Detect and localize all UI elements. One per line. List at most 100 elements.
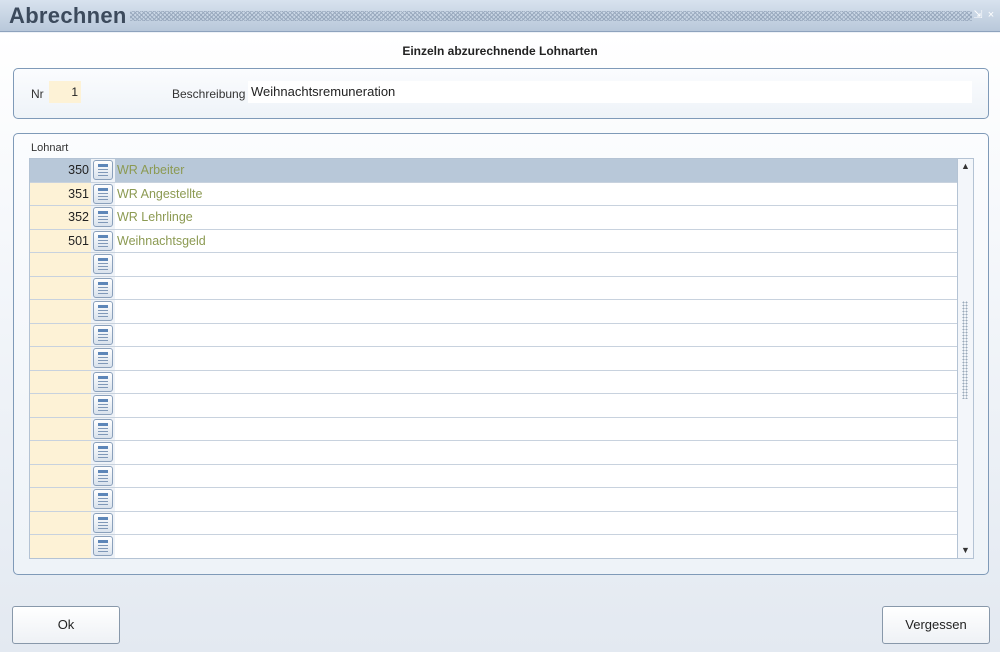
list-lookup-icon[interactable] xyxy=(93,395,113,416)
lohnart-text-cell xyxy=(115,394,957,417)
list-lookup-icon[interactable] xyxy=(93,277,113,298)
lohnart-text-cell xyxy=(115,324,957,347)
list-lookup-icon[interactable] xyxy=(93,254,113,275)
table-row[interactable] xyxy=(30,417,957,441)
list-lookup-icon[interactable] xyxy=(93,183,113,204)
lohnart-nr-cell[interactable] xyxy=(30,370,91,393)
nr-label: Nr xyxy=(31,87,44,101)
lohnart-nr-cell[interactable] xyxy=(30,394,91,417)
list-lookup-icon[interactable] xyxy=(93,418,113,439)
list-lookup-icon[interactable] xyxy=(93,301,113,322)
lohnart-nr-cell[interactable]: 501 xyxy=(30,229,91,252)
lohnart-text-cell xyxy=(115,418,957,441)
restore-icon[interactable]: ⇲ xyxy=(973,9,983,21)
ok-button[interactable]: Ok xyxy=(12,606,120,644)
list-lookup-icon[interactable] xyxy=(93,465,113,486)
table-row[interactable] xyxy=(30,394,957,418)
dialog-heading: Einzeln abzurechnende Lohnarten xyxy=(402,44,598,58)
table-row[interactable] xyxy=(30,441,957,465)
list-lookup-icon[interactable] xyxy=(93,536,113,557)
table-row[interactable] xyxy=(30,276,957,300)
table-row[interactable] xyxy=(30,370,957,394)
beschreibung-field[interactable]: Weihnachtsremuneration xyxy=(248,81,972,103)
lohnart-text-cell xyxy=(115,465,957,488)
table-row[interactable]: 350 WR Arbeiter xyxy=(30,159,957,183)
lohnart-text-cell xyxy=(115,277,957,300)
lookup-button[interactable] xyxy=(91,323,115,346)
lohnart-nr-cell[interactable] xyxy=(30,347,91,370)
lohnart-nr-cell[interactable] xyxy=(30,253,91,276)
lookup-button[interactable] xyxy=(91,276,115,299)
title-grip[interactable] xyxy=(130,11,972,21)
lohnart-nr-cell[interactable]: 350 xyxy=(30,159,91,182)
table-row[interactable]: 352 WR Lehrlinge xyxy=(30,206,957,230)
lohnart-text-cell xyxy=(115,512,957,535)
lookup-button[interactable] xyxy=(91,370,115,393)
scroll-up-icon[interactable]: ▲ xyxy=(960,161,971,172)
list-lookup-icon[interactable] xyxy=(93,489,113,510)
list-lookup-icon[interactable] xyxy=(93,371,113,392)
table-row[interactable] xyxy=(30,253,957,277)
lohnart-nr-cell[interactable] xyxy=(30,511,91,534)
lookup-button[interactable] xyxy=(91,182,115,205)
vergessen-button[interactable]: Vergessen xyxy=(882,606,990,644)
lookup-button[interactable] xyxy=(91,206,115,229)
lookup-button[interactable] xyxy=(91,535,115,558)
lookup-button[interactable] xyxy=(91,347,115,370)
lookup-button[interactable] xyxy=(91,417,115,440)
vertical-scrollbar[interactable]: ▲ ▼ xyxy=(958,158,974,559)
lookup-button[interactable] xyxy=(91,488,115,511)
lookup-button[interactable] xyxy=(91,159,115,182)
lohnart-nr-cell[interactable] xyxy=(30,276,91,299)
lohnart-label: Lohnart xyxy=(31,142,69,154)
lookup-button[interactable] xyxy=(91,464,115,487)
table-row[interactable] xyxy=(30,323,957,347)
table-row[interactable] xyxy=(30,488,957,512)
lookup-button[interactable] xyxy=(91,229,115,252)
lohnart-nr-cell[interactable] xyxy=(30,535,91,558)
table-row[interactable] xyxy=(30,511,957,535)
list-lookup-icon[interactable] xyxy=(93,348,113,369)
scroll-down-icon[interactable]: ▼ xyxy=(960,545,971,556)
lookup-button[interactable] xyxy=(91,441,115,464)
lohnart-text-cell xyxy=(115,253,957,276)
lohnart-nr-cell[interactable] xyxy=(30,323,91,346)
lohnart-nr-cell[interactable] xyxy=(30,464,91,487)
lohnart-nr-cell[interactable] xyxy=(30,441,91,464)
lohnart-nr-cell[interactable] xyxy=(30,417,91,440)
window-title: Abrechnen xyxy=(9,3,127,28)
lohnart-text-cell: WR Angestellte xyxy=(117,186,203,201)
lohnart-nr-cell[interactable] xyxy=(30,300,91,323)
beschreibung-label: Beschreibung xyxy=(172,87,246,101)
table-row[interactable] xyxy=(30,347,957,371)
table-row[interactable]: 351 WR Angestellte xyxy=(30,182,957,206)
list-lookup-icon[interactable] xyxy=(93,230,113,251)
lohnart-nr-cell[interactable]: 351 xyxy=(30,182,91,205)
close-icon[interactable]: × xyxy=(986,9,996,21)
table-row[interactable]: 501 Weihnachtsgeld xyxy=(30,229,957,253)
lookup-button[interactable] xyxy=(91,511,115,534)
table-row[interactable] xyxy=(30,464,957,488)
lohnart-grid[interactable]: 350 WR Arbeiter 351 WR Angestellte 352 WR Leh… xyxy=(29,158,958,559)
lookup-button[interactable] xyxy=(91,300,115,323)
table-row[interactable] xyxy=(30,535,957,558)
list-lookup-icon[interactable] xyxy=(93,442,113,463)
lohnart-text-cell xyxy=(115,300,957,323)
lohnart-text-cell: WR Lehrlinge xyxy=(117,210,193,224)
lohnart-nr-cell[interactable]: 352 xyxy=(30,206,91,229)
lohnart-text-cell: Weihnachtsgeld xyxy=(117,233,206,248)
header-panel: Nr 1 Beschreibung Weihnachtsremuneration xyxy=(13,68,989,119)
table-row[interactable] xyxy=(30,300,957,324)
list-lookup-icon[interactable] xyxy=(93,160,113,181)
lookup-button[interactable] xyxy=(91,253,115,276)
lohnart-text-cell: WR Arbeiter xyxy=(115,159,957,182)
lookup-button[interactable] xyxy=(91,394,115,417)
nr-field[interactable]: 1 xyxy=(49,81,81,103)
lohnart-nr-cell[interactable] xyxy=(30,488,91,511)
list-lookup-icon[interactable] xyxy=(93,207,113,228)
list-lookup-icon[interactable] xyxy=(93,512,113,533)
list-lookup-icon[interactable] xyxy=(93,324,113,345)
lohnart-text-cell xyxy=(115,371,957,394)
scroll-thumb[interactable] xyxy=(962,301,968,399)
title-bar[interactable]: Abrechnen ⇲ × xyxy=(0,0,1000,32)
